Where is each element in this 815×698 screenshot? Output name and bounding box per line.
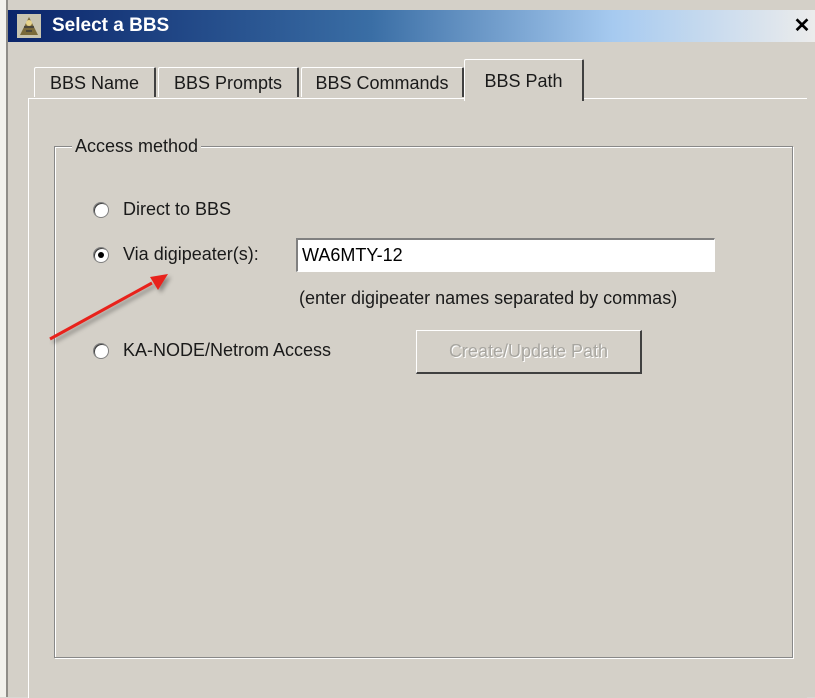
window-title: Select a BBS bbox=[52, 15, 170, 36]
digipeater-input[interactable] bbox=[296, 238, 715, 272]
radio-via-digipeater[interactable] bbox=[93, 247, 109, 263]
via-digipeater-label[interactable]: Via digipeater(s): bbox=[123, 244, 259, 265]
radio-ka-node-netrom[interactable] bbox=[93, 343, 109, 359]
radio-selected-dot bbox=[98, 252, 104, 258]
access-method-group bbox=[54, 146, 793, 658]
tab-bbs-name[interactable]: BBS Name bbox=[34, 67, 156, 97]
tab-label: BBS Name bbox=[49, 73, 140, 93]
tab-bbs-path[interactable]: BBS Path bbox=[464, 59, 584, 101]
close-button[interactable]: ✕ bbox=[791, 15, 813, 37]
ka-node-netrom-label[interactable]: KA-NODE/Netrom Access bbox=[123, 340, 331, 361]
tab-label: BBS Prompts bbox=[173, 73, 283, 93]
title-bar[interactable]: Select a BBS ✕ bbox=[8, 10, 815, 42]
tab-bbs-prompts[interactable]: BBS Prompts bbox=[158, 67, 299, 97]
create-update-path-button[interactable]: Create/Update Path bbox=[416, 330, 642, 374]
access-method-legend: Access method bbox=[72, 136, 202, 157]
tab-bbs-commands[interactable]: BBS Commands bbox=[301, 67, 464, 97]
digipeater-hint: (enter digipeater names separated by com… bbox=[299, 288, 678, 308]
app-icon bbox=[17, 14, 41, 38]
direct-to-bbs-label[interactable]: Direct to BBS bbox=[123, 199, 231, 220]
tab-label: BBS Path bbox=[484, 71, 563, 91]
tab-label: BBS Commands bbox=[315, 73, 449, 93]
radio-direct-to-bbs[interactable] bbox=[93, 202, 109, 218]
